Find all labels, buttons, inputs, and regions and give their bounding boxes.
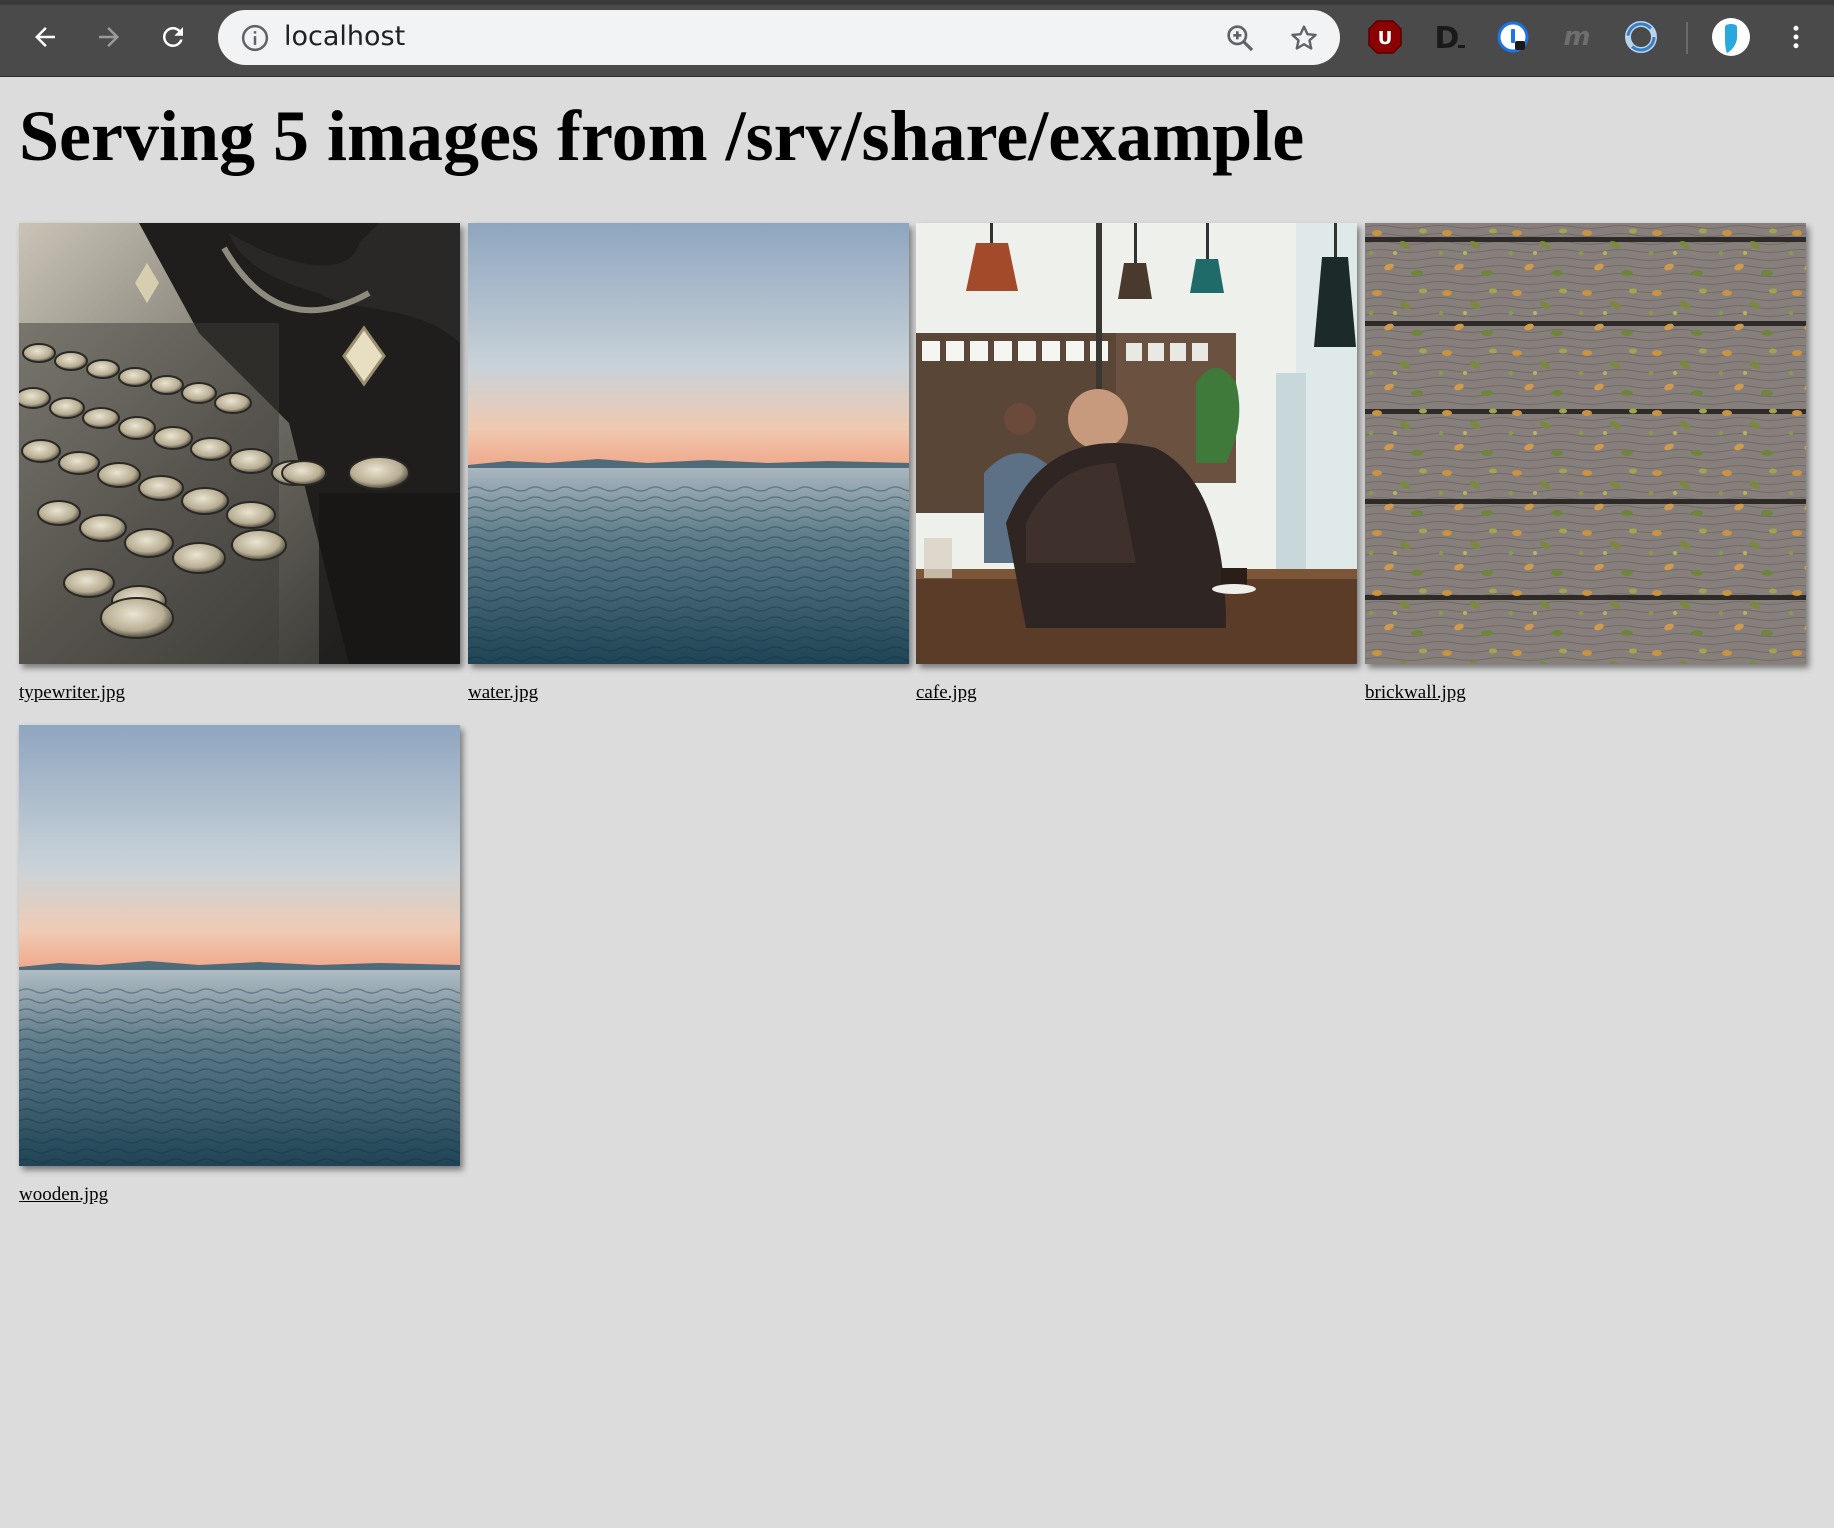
reload-button[interactable] [150,14,196,60]
image-link-wooden[interactable]: wooden.jpg [19,1184,460,1206]
back-arrow-icon [35,27,55,47]
image-tile: brickwall.jpg [1365,223,1806,704]
image-link-brickwall[interactable]: brickwall.jpg [1365,682,1806,704]
d-extension-letter: D [1435,21,1460,56]
image-link-typewriter[interactable]: typewriter.jpg [19,682,460,704]
address-bar[interactable]: localhost [218,10,1340,65]
ublock-extension-icon[interactable]: U [1365,17,1405,57]
zoom-in-icon[interactable] [1224,22,1256,54]
image-thumbnail-wooden[interactable] [19,725,460,1166]
image-thumbnail-water[interactable] [468,223,909,664]
forward-arrow-icon [99,27,119,47]
tab-strip-edge [0,0,1834,5]
browser-toolbar: localhost U D m [0,0,1834,77]
kebab-menu-icon [1793,25,1799,49]
image-tile: wooden.jpg [19,725,460,1206]
image-link-water[interactable]: water.jpg [468,682,909,704]
m-extension-letter: m [1563,22,1590,52]
toolbar-divider [1686,22,1688,54]
back-button[interactable] [22,14,68,60]
reload-icon [162,26,183,47]
password-manager-extension-icon[interactable] [1493,17,1533,57]
url-text[interactable]: localhost [284,21,405,53]
ublock-letter: U [1378,28,1393,49]
browser-menu-button[interactable] [1773,14,1819,60]
d-extension-icon[interactable]: D [1429,17,1469,57]
image-tile: typewriter.jpg [19,223,460,704]
image-thumbnail-brickwall[interactable] [1365,223,1806,664]
sync-extension-icon[interactable] [1621,17,1661,57]
forward-button[interactable] [86,14,132,60]
image-tile: cafe.jpg [916,223,1357,704]
page-title: Serving 5 images from /srv/share/example [19,96,1305,176]
image-thumbnail-cafe[interactable] [916,223,1357,664]
m-extension-icon[interactable]: m [1557,17,1597,57]
image-link-cafe[interactable]: cafe.jpg [916,682,1357,704]
image-tile: water.jpg [468,223,909,704]
image-thumbnail-typewriter[interactable] [19,223,460,664]
profile-avatar-icon[interactable] [1711,17,1751,57]
star-icon[interactable] [1288,22,1320,54]
info-icon[interactable] [240,23,270,53]
